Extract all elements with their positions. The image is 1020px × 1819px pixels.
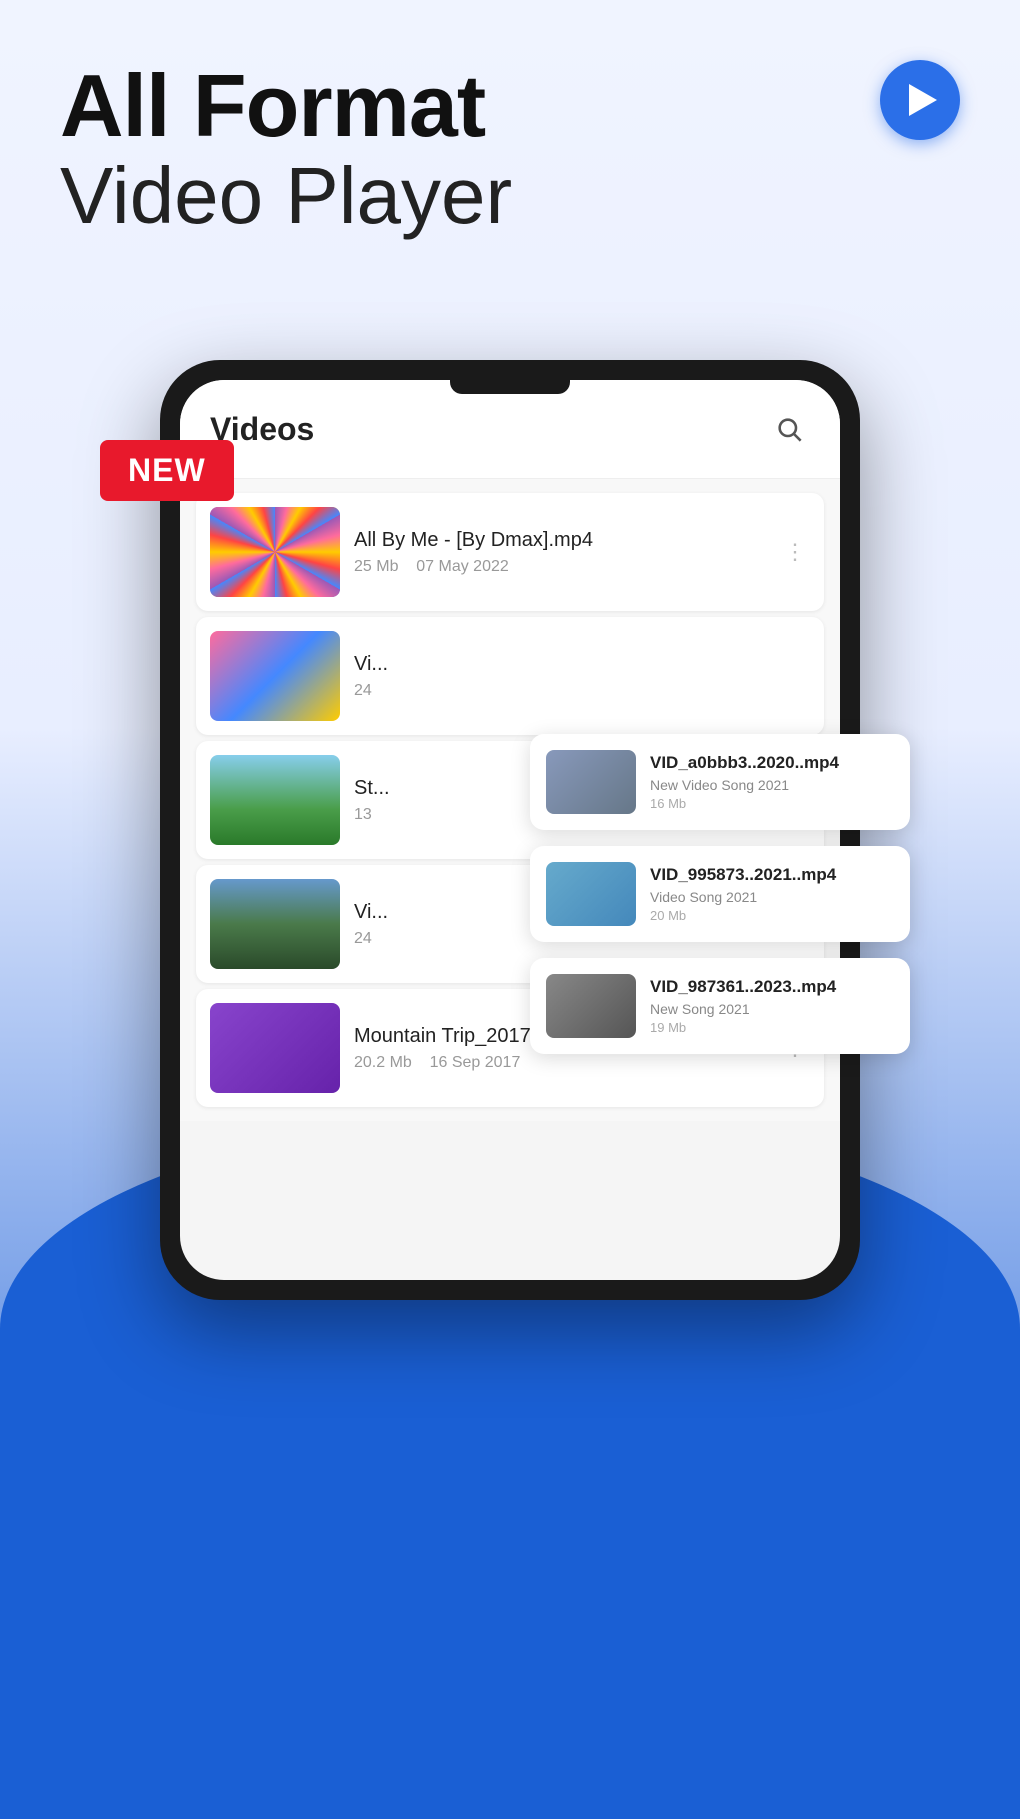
phone-container: NEW Videos All By Me bbox=[130, 360, 890, 1300]
video-meta: 20.2 Mb 16 Sep 2017 bbox=[354, 1054, 766, 1072]
float-subtitle: Video Song 2021 bbox=[650, 889, 894, 905]
float-subtitle: New Video Song 2021 bbox=[650, 777, 894, 793]
float-name: VID_a0bbb3..2020..mp4 bbox=[650, 753, 894, 773]
float-subtitle: New Song 2021 bbox=[650, 1001, 894, 1017]
float-size: 20 Mb bbox=[650, 908, 894, 923]
float-info: VID_a0bbb3..2020..mp4 New Video Song 202… bbox=[650, 753, 894, 811]
phone-notch bbox=[450, 380, 570, 394]
video-item[interactable]: Vi... 24 bbox=[196, 617, 824, 735]
video-date: 07 May 2022 bbox=[416, 558, 509, 575]
float-thumbnail bbox=[546, 974, 636, 1038]
float-name: VID_987361..2023..mp4 bbox=[650, 977, 894, 997]
floating-cards: VID_a0bbb3..2020..mp4 New Video Song 202… bbox=[530, 734, 910, 1054]
title-bold: All Format bbox=[60, 60, 970, 152]
video-meta: 25 Mb 07 May 2022 bbox=[354, 558, 766, 576]
float-thumbnail bbox=[546, 750, 636, 814]
play-icon bbox=[909, 84, 937, 116]
float-thumbnail bbox=[546, 862, 636, 926]
video-thumbnail bbox=[210, 879, 340, 969]
floating-card[interactable]: VID_a0bbb3..2020..mp4 New Video Song 202… bbox=[530, 734, 910, 830]
float-size: 19 Mb bbox=[650, 1020, 894, 1035]
video-size: 25 Mb bbox=[354, 558, 398, 575]
video-info: Vi... 24 bbox=[354, 653, 810, 700]
float-name: VID_995873..2021..mp4 bbox=[650, 865, 894, 885]
videos-header: Videos bbox=[180, 380, 840, 479]
float-info: VID_995873..2021..mp4 Video Song 2021 20… bbox=[650, 865, 894, 923]
video-meta: 24 bbox=[354, 682, 810, 700]
video-thumbnail bbox=[210, 755, 340, 845]
video-date: 16 Sep 2017 bbox=[430, 1054, 521, 1071]
video-name: Vi... bbox=[354, 653, 810, 676]
video-thumbnail bbox=[210, 1003, 340, 1093]
search-icon[interactable] bbox=[768, 408, 810, 450]
new-badge: NEW bbox=[100, 440, 234, 501]
video-thumbnail bbox=[210, 631, 340, 721]
video-size: 20.2 Mb bbox=[354, 1054, 412, 1071]
video-info: All By Me - [By Dmax].mp4 25 Mb 07 May 2… bbox=[354, 529, 766, 576]
play-icon-button[interactable] bbox=[880, 60, 960, 140]
video-name: All By Me - [By Dmax].mp4 bbox=[354, 529, 766, 552]
title-normal: Video Player bbox=[60, 152, 970, 240]
floating-card[interactable]: VID_995873..2021..mp4 Video Song 2021 20… bbox=[530, 846, 910, 942]
header: All Format Video Player bbox=[0, 0, 1020, 260]
video-item[interactable]: All By Me - [By Dmax].mp4 25 Mb 07 May 2… bbox=[196, 493, 824, 611]
video-thumbnail bbox=[210, 507, 340, 597]
float-size: 16 Mb bbox=[650, 796, 894, 811]
floating-card[interactable]: VID_987361..2023..mp4 New Song 2021 19 M… bbox=[530, 958, 910, 1054]
more-icon[interactable]: ⋮ bbox=[780, 535, 810, 569]
float-info: VID_987361..2023..mp4 New Song 2021 19 M… bbox=[650, 977, 894, 1035]
